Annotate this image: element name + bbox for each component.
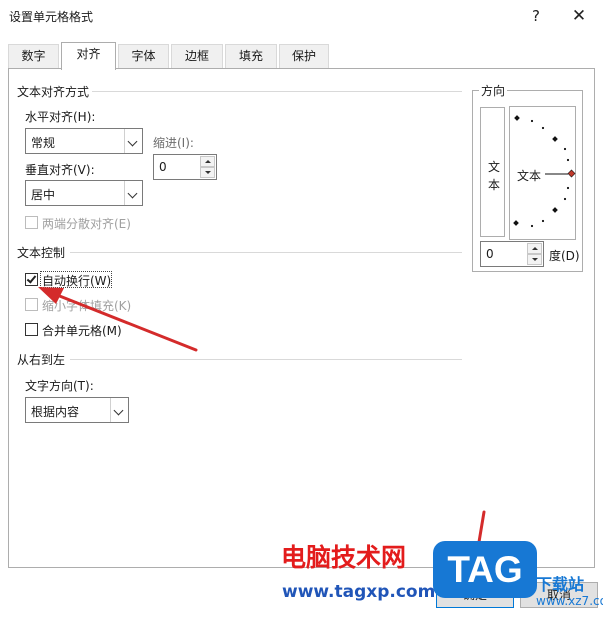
wrap-text-checkbox[interactable] bbox=[25, 273, 38, 286]
indent-spinner[interactable]: 0 bbox=[153, 154, 217, 180]
tag-logo-subtitle: 下载站 bbox=[536, 575, 585, 594]
vertical-align-value: 居中 bbox=[31, 188, 56, 202]
tab-alignment[interactable]: 对齐 bbox=[61, 42, 116, 70]
degree-spin-buttons bbox=[527, 243, 542, 265]
merge-cells-label[interactable]: 合并单元格(M) bbox=[42, 322, 122, 339]
tag-logo-url: www.xz7.com bbox=[536, 594, 603, 608]
vertical-align-select[interactable]: 居中 bbox=[25, 180, 143, 206]
shrink-to-fit-checkbox bbox=[25, 298, 38, 311]
text-direction-select[interactable]: 根据内容 bbox=[25, 397, 129, 423]
help-button[interactable]: ? bbox=[520, 4, 552, 28]
tag-logo: TAG bbox=[433, 541, 537, 598]
indent-spin-buttons bbox=[200, 156, 215, 178]
shrink-to-fit-label: 缩小字体填充(K) bbox=[42, 299, 132, 313]
tab-protection[interactable]: 保护 bbox=[279, 44, 329, 69]
orientation-dial[interactable]: 文本 bbox=[509, 106, 576, 240]
spin-down-icon[interactable] bbox=[527, 254, 542, 265]
spin-down-icon[interactable] bbox=[200, 167, 215, 178]
section-title-rtl: 从右到左 bbox=[17, 353, 66, 367]
degree-spinner[interactable]: 0 bbox=[480, 241, 544, 267]
title-bar: 设置单元格格式 ? ✕ bbox=[0, 0, 603, 32]
text-direction-label: 文字方向(T): bbox=[25, 379, 94, 393]
close-button[interactable]: ✕ bbox=[563, 4, 595, 28]
chevron-down-icon[interactable] bbox=[110, 398, 128, 422]
tab-bar: 数字 对齐 字体 边框 填充 保护 bbox=[8, 42, 595, 70]
chevron-down-icon[interactable] bbox=[124, 129, 142, 153]
vertical-align-label: 垂直对齐(V): bbox=[25, 163, 95, 177]
divider-text-control bbox=[70, 252, 462, 253]
horizontal-align-select[interactable]: 常规 bbox=[25, 128, 143, 154]
dialog-title: 设置单元格格式 bbox=[9, 10, 94, 24]
tab-number[interactable]: 数字 bbox=[8, 44, 59, 69]
vertical-text-button[interactable]: 文本 bbox=[480, 107, 505, 237]
section-title-text-alignment: 文本对齐方式 bbox=[17, 85, 90, 99]
justify-distributed-label: 两端分散对齐(E) bbox=[42, 217, 131, 231]
orientation-title: 方向 bbox=[479, 82, 508, 99]
checkmark-icon bbox=[26, 273, 37, 284]
tab-border[interactable]: 边框 bbox=[171, 44, 223, 69]
divider-rtl bbox=[70, 359, 462, 360]
tab-font[interactable]: 字体 bbox=[118, 44, 169, 69]
degree-label: 度(D) bbox=[549, 249, 580, 263]
watermark-site-url: www.tagxp.com bbox=[282, 582, 436, 602]
indent-value: 0 bbox=[159, 160, 167, 174]
spin-up-icon[interactable] bbox=[200, 156, 215, 167]
tab-fill[interactable]: 填充 bbox=[225, 44, 277, 69]
divider-text-alignment bbox=[92, 91, 462, 92]
spin-up-icon[interactable] bbox=[527, 243, 542, 254]
merge-cells-checkbox[interactable] bbox=[25, 323, 38, 336]
degree-value: 0 bbox=[486, 247, 494, 261]
watermark-site-name: 电脑技术网 bbox=[281, 543, 407, 572]
horizontal-align-value: 常规 bbox=[31, 136, 56, 150]
wrap-text-label[interactable]: 自动换行(W) bbox=[42, 272, 111, 289]
indent-label: 缩进(I): bbox=[153, 136, 194, 150]
section-title-text-control: 文本控制 bbox=[17, 246, 66, 260]
vertical-text-label: 文本 bbox=[487, 160, 500, 192]
horizontal-align-label: 水平对齐(H): bbox=[25, 110, 96, 124]
text-direction-value: 根据内容 bbox=[31, 405, 80, 419]
justify-distributed-checkbox bbox=[25, 216, 38, 229]
chevron-down-icon[interactable] bbox=[124, 181, 142, 205]
dial-text-label: 文本 bbox=[517, 169, 542, 183]
